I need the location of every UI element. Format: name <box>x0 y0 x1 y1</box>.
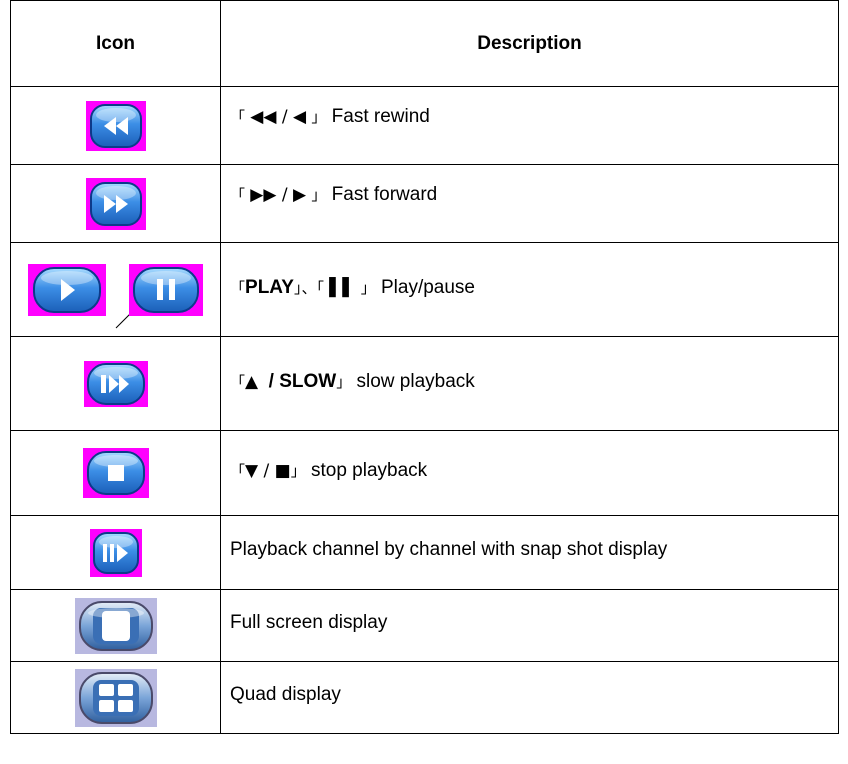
table-row: Playback channel by channel with snap sh… <box>10 515 839 590</box>
quad-display-icon[interactable] <box>74 668 157 727</box>
stop-symbol: ▼ / ■ <box>245 461 291 481</box>
forward-symbol: ▶▶ / ▶ <box>250 185 307 205</box>
description-fast-forward: 「 ▶▶ / ▶ 」 Fast forward <box>230 184 438 205</box>
table-row: 「PLAY」、「 ▌▌ 」 Play/pause <box>10 242 839 337</box>
channel-playback-icon[interactable] <box>89 528 142 577</box>
table-row: 「 ▶▶ / ▶ 」 Fast forward <box>10 164 839 243</box>
description-text: Fast rewind <box>331 106 430 127</box>
description-text: stop playback <box>310 460 428 481</box>
description-text: Play/pause <box>380 277 475 298</box>
table-row: Quad display <box>10 661 839 734</box>
fast-forward-icon[interactable] <box>85 177 146 230</box>
fast-rewind-icon[interactable] <box>85 100 146 151</box>
table-header-row: Icon Description <box>10 0 839 87</box>
description-text: Fast forward <box>331 184 438 205</box>
pause-icon[interactable] <box>128 263 203 316</box>
table-row: 「▲ / SLOW」 slow playback <box>10 336 839 431</box>
description-fast-rewind: 「 ◀◀ / ◀ 」 Fast rewind <box>230 106 430 127</box>
description-play-pause: 「PLAY」、「 ▌▌ 」 Play/pause <box>230 277 475 298</box>
full-screen-icon[interactable] <box>74 597 157 654</box>
slow-label: / SLOW <box>268 371 337 392</box>
slow-playback-icon[interactable] <box>83 360 148 407</box>
description-quad-display: Quad display <box>230 684 341 705</box>
pause-symbol: ▌▌ <box>329 278 356 298</box>
description-full-screen: Full screen display <box>230 612 388 633</box>
header-description: Description <box>220 0 839 87</box>
stop-icon[interactable] <box>82 448 149 498</box>
header-icon: Icon <box>10 0 221 87</box>
description-stop-playback: 「▼ / ■」 stop playback <box>230 460 428 481</box>
play-icon[interactable] <box>28 263 107 316</box>
play-label: PLAY <box>245 277 294 298</box>
description-slow-playback: 「▲ / SLOW」 slow playback <box>230 371 475 392</box>
description-channel-playback: Playback channel by channel with snap sh… <box>230 539 668 560</box>
rewind-symbol: ◀◀ / ◀ <box>250 107 307 127</box>
table-row: 「 ◀◀ / ◀ 」 Fast rewind <box>10 86 839 165</box>
description-text: slow playback <box>356 371 475 392</box>
table-row: Full screen display <box>10 589 839 662</box>
up-triangle-symbol: ▲ <box>245 372 259 392</box>
table-row: 「▼ / ■」 stop playback <box>10 430 839 516</box>
icon-description-table: Icon Description 「 ◀◀ / ◀ 」 Fast rewind <box>10 0 839 734</box>
